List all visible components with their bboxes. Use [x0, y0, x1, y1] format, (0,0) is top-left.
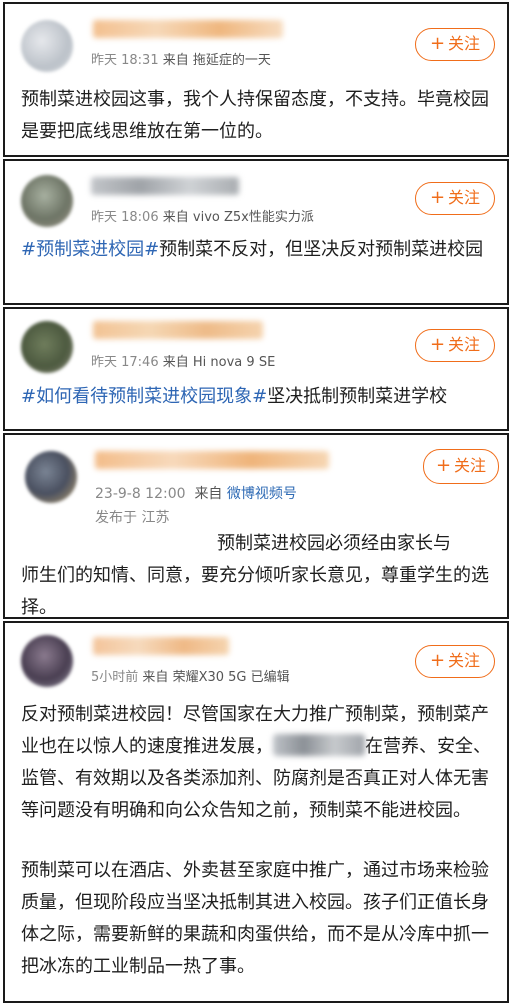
- post-source: 荣耀X30 5G 已编辑: [172, 670, 290, 685]
- post-from: 来自: [194, 486, 223, 502]
- plus-icon: +: [435, 455, 452, 476]
- post-card: 5小时前 来自 荣耀X30 5G 已编辑 + 关注 反对预制菜进校园！尽管国家在大…: [3, 621, 509, 1003]
- plus-icon: +: [429, 187, 446, 208]
- post-source: Hi nova 9 SE: [192, 355, 276, 370]
- follow-button[interactable]: + 关注: [415, 329, 495, 362]
- post-meta: 昨天 18:31 来自 拖延症的一天: [91, 49, 271, 68]
- hashtag-link[interactable]: #如何看待预制菜进校园现象#: [21, 386, 267, 407]
- user-avatar[interactable]: [21, 175, 73, 227]
- username-blurred[interactable]: [95, 451, 329, 469]
- username-blurred[interactable]: [93, 20, 283, 38]
- post-from: 来自: [162, 210, 189, 225]
- user-avatar[interactable]: [21, 321, 73, 373]
- post-card: 昨天 18:31 来自 拖延症的一天 + 关注 预制菜进校园这事，我个人持保留态度…: [3, 2, 509, 157]
- post-location: 发布于 江苏: [95, 510, 170, 526]
- post-time: 昨天 18:31: [91, 53, 159, 68]
- follow-label: 关注: [448, 188, 481, 207]
- post-time: 5小时前: [91, 670, 139, 685]
- username-blurred[interactable]: [93, 321, 263, 339]
- post-time: 昨天 18:06: [91, 210, 159, 225]
- plus-icon: +: [429, 33, 446, 54]
- post-text: 预制菜进校园必须经由家长与 师生们的知情、同意，要充分倾听家长意见，尊重学生的选…: [21, 528, 499, 618]
- plus-icon: +: [429, 334, 446, 355]
- follow-button[interactable]: + 关注: [415, 182, 495, 215]
- post-paragraph: 反对预制菜进校园！尽管国家在大力推广预制菜，预制菜产业也在以惊人的速度推进发展，…: [21, 699, 501, 827]
- post-meta: 23-9-8 12:00 来自 微博视频号: [95, 483, 297, 503]
- follow-label: 关注: [448, 34, 481, 53]
- follow-button[interactable]: + 关注: [415, 645, 495, 678]
- post-text-line1: 预制菜进校园必须经由家长与: [217, 533, 451, 554]
- post-time: 23-9-8 12:00: [95, 486, 186, 502]
- post-text-content: 坚决抵制预制菜进学校: [267, 386, 448, 407]
- username-blurred[interactable]: [91, 177, 239, 195]
- post-from: 来自: [162, 355, 189, 370]
- plus-icon: +: [429, 650, 446, 671]
- post-text-content: 预制菜不反对，但坚决反对预制菜进校园: [159, 239, 484, 260]
- post-card: 昨天 17:46 来自 Hi nova 9 SE + 关注 #如何看待预制菜进校园…: [3, 307, 509, 431]
- post-from: 来自: [162, 53, 189, 68]
- post-text-rest: 师生们的知情、同意，要充分倾听家长意见，尊重学生的选择。: [21, 565, 489, 618]
- post-source: 拖延症的一天: [192, 53, 271, 68]
- source-link[interactable]: 微博视频号: [227, 486, 297, 502]
- post-paragraph: 预制菜可以在酒店、外卖甚至家庭中推广，通过市场来检验质量，但现阶段应当坚决抵制其…: [21, 860, 489, 977]
- follow-label: 关注: [454, 456, 487, 475]
- post-from: 来自: [142, 670, 169, 685]
- post-text: #如何看待预制菜进校园现象#坚决抵制预制菜进学校: [21, 381, 507, 413]
- username-blurred[interactable]: [93, 637, 229, 655]
- post-text-content: 预制菜进校园这事，我个人持保留态度，不支持。毕竟校园是要把底线思维放在第一位的。: [21, 89, 489, 142]
- user-avatar[interactable]: [25, 451, 77, 503]
- user-avatar[interactable]: [21, 20, 73, 72]
- post-card: 昨天 18:06 来自 vivo Z5x性能实力派 + 关注 #预制菜进校园#预制…: [3, 159, 509, 305]
- follow-label: 关注: [448, 335, 481, 354]
- post-text: 反对预制菜进校园！尽管国家在大力推广预制菜，预制菜产业也在以惊人的速度推进发展，…: [21, 699, 501, 983]
- post-meta: 昨天 17:46 来自 Hi nova 9 SE: [91, 351, 275, 370]
- follow-button[interactable]: + 关注: [423, 449, 499, 484]
- post-text: #预制菜进校园#预制菜不反对，但坚决反对预制菜进校园: [21, 234, 499, 266]
- user-avatar[interactable]: [21, 635, 73, 687]
- post-meta: 5小时前 来自 荣耀X30 5G 已编辑: [91, 666, 290, 685]
- redacted-blur: [273, 734, 365, 756]
- follow-label: 关注: [448, 651, 481, 670]
- post-meta: 昨天 18:06 来自 vivo Z5x性能实力派: [91, 206, 314, 225]
- hashtag-link[interactable]: #预制菜进校园#: [21, 239, 159, 260]
- follow-button[interactable]: + 关注: [415, 28, 495, 61]
- post-text: 预制菜进校园这事，我个人持保留态度，不支持。毕竟校园是要把底线思维放在第一位的。: [21, 84, 499, 148]
- post-time: 昨天 17:46: [91, 355, 159, 370]
- post-card: 23-9-8 12:00 来自 微博视频号 发布于 江苏 + 关注 预制菜进校园必…: [3, 433, 509, 619]
- post-source: vivo Z5x性能实力派: [192, 210, 314, 225]
